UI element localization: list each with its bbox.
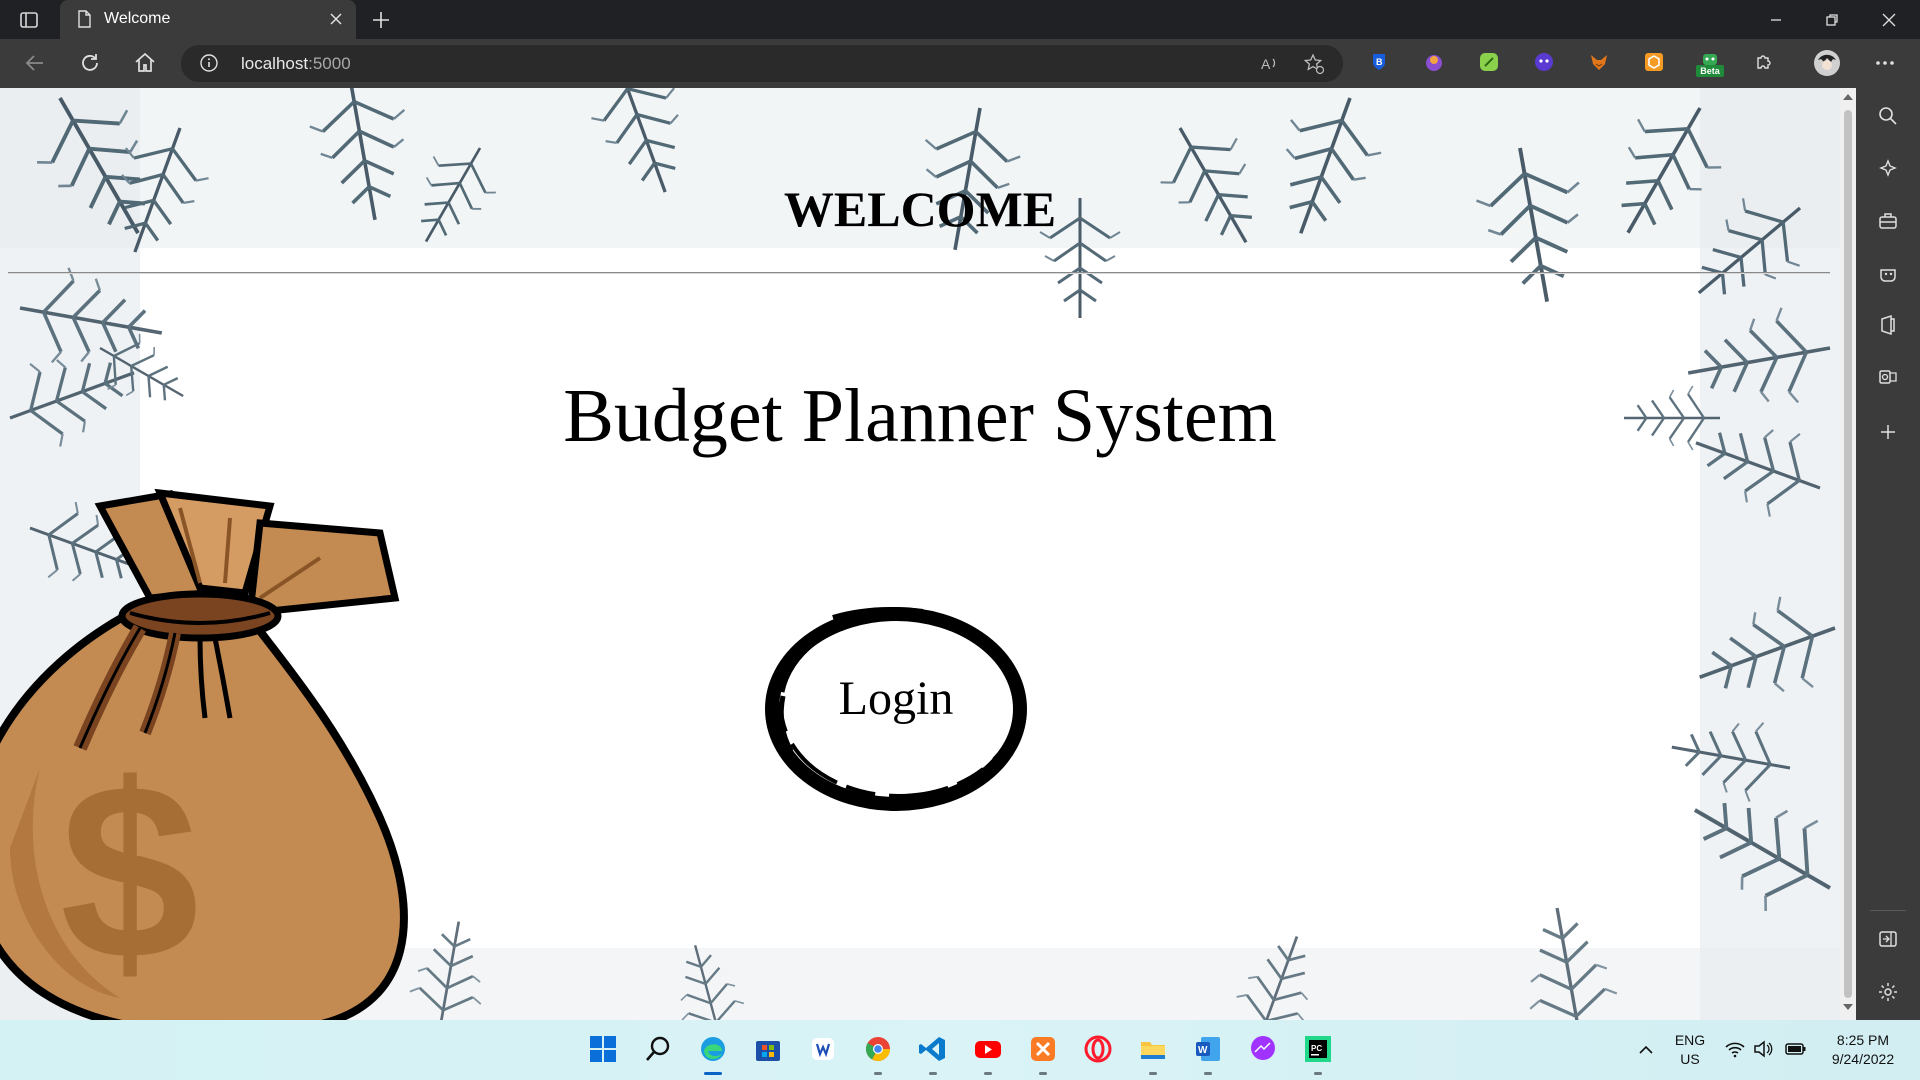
file-explorer-taskbar-icon[interactable]: [1138, 1034, 1168, 1064]
youtube-taskbar-icon[interactable]: [973, 1034, 1003, 1064]
extensions-puzzle-icon[interactable]: [1753, 51, 1775, 73]
more-options-icon[interactable]: [1872, 50, 1898, 76]
header-divider: [8, 272, 1830, 274]
hide-sidebar-icon[interactable]: [1877, 928, 1899, 950]
metamask-icon[interactable]: [1588, 51, 1610, 73]
edge-taskbar-icon[interactable]: [698, 1034, 728, 1064]
bitwarden-icon[interactable]: B: [1368, 51, 1390, 73]
extension-icon-purple[interactable]: [1423, 51, 1445, 73]
minimize-icon[interactable]: [1764, 8, 1788, 32]
svg-text:A: A: [1261, 56, 1271, 72]
sidebar-divider: [1870, 910, 1906, 911]
ghost-icon[interactable]: [1533, 51, 1555, 73]
store-taskbar-icon[interactable]: [753, 1034, 783, 1064]
address-bar[interactable]: localhost:5000 A: [181, 45, 1343, 82]
beta-badge: Beta: [1696, 65, 1724, 77]
edge-sidebar: [1856, 88, 1920, 1020]
svg-text:B: B: [1376, 57, 1383, 67]
money-bag-illustration: $: [0, 488, 408, 1020]
xampp-taskbar-icon[interactable]: [1028, 1034, 1058, 1064]
scrollbar-thumb[interactable]: [1844, 110, 1852, 998]
wallet-app-taskbar-icon[interactable]: [808, 1034, 838, 1064]
svg-text:W: W: [1198, 1045, 1208, 1056]
login-label: Login: [838, 672, 954, 725]
avatar-image: [1814, 50, 1840, 76]
honey-icon[interactable]: [1643, 51, 1665, 73]
tab-title: Welcome: [104, 10, 171, 27]
start-windows-icon[interactable]: [588, 1034, 618, 1064]
scroll-up-arrow-icon[interactable]: [1843, 94, 1853, 100]
explorer-running-indicator: [1149, 1072, 1157, 1075]
volume-icon[interactable]: [1752, 1038, 1774, 1060]
url-port: :5000: [308, 54, 351, 73]
windows-taskbar: W PC ENG US 8:25 PM 9/24/2022: [0, 1020, 1920, 1080]
profile-avatar[interactable]: [1814, 50, 1840, 76]
pycharm-running-indicator: [1314, 1072, 1322, 1075]
svg-text:$: $: [60, 732, 199, 1011]
url-host: localhost: [241, 54, 309, 73]
vscode-running-indicator: [929, 1072, 937, 1075]
page-viewport: WELCOME Budget Planner System Login $: [0, 88, 1840, 1020]
read-aloud-icon[interactable]: A: [1258, 53, 1280, 75]
word-taskbar-icon[interactable]: W: [1193, 1034, 1223, 1064]
edge-active-indicator: [704, 1072, 722, 1075]
refresh-icon[interactable]: [77, 50, 103, 76]
language-indicator[interactable]: ENG US: [1668, 1031, 1712, 1069]
xampp-running-indicator: [1039, 1072, 1047, 1075]
page-scrollbar[interactable]: [1840, 88, 1856, 1020]
home-icon[interactable]: [132, 50, 158, 76]
active-tab[interactable]: Welcome: [60, 0, 356, 39]
messenger-taskbar-icon[interactable]: [1248, 1034, 1278, 1064]
chrome-running-indicator: [874, 1072, 882, 1075]
language-code: ENG: [1674, 1032, 1706, 1048]
back-icon[interactable]: [22, 50, 48, 76]
close-window-icon[interactable]: [1877, 8, 1901, 32]
welcome-heading: WELCOME: [783, 181, 1057, 237]
vscode-taskbar-icon[interactable]: [918, 1034, 948, 1064]
chrome-taskbar-icon[interactable]: [863, 1034, 893, 1064]
svg-text:PC: PC: [1311, 1044, 1322, 1053]
settings-gear-icon[interactable]: [1877, 981, 1899, 1003]
clover-icon[interactable]: [1478, 51, 1500, 73]
page-icon: [78, 10, 91, 28]
opera-taskbar-icon[interactable]: [1083, 1034, 1113, 1064]
battery-charging-icon[interactable]: [1784, 1038, 1808, 1060]
url-text[interactable]: localhost:5000: [241, 54, 351, 74]
beta-extension-icon[interactable]: Beta: [1696, 51, 1724, 77]
clock-date: 9/24/2022: [1831, 1051, 1895, 1067]
youtube-running-indicator: [984, 1072, 992, 1075]
show-hidden-icons-chevron-icon[interactable]: [1634, 1038, 1658, 1062]
pycharm-taskbar-icon[interactable]: PC: [1303, 1034, 1333, 1064]
new-tab-icon[interactable]: [369, 8, 393, 32]
tab-actions-icon[interactable]: [18, 9, 40, 31]
search-taskbar-icon[interactable]: [643, 1034, 673, 1064]
tab-bar: Welcome: [0, 0, 1920, 39]
scroll-down-arrow-icon[interactable]: [1843, 1004, 1853, 1010]
tools-briefcase-icon[interactable]: [1877, 210, 1899, 232]
keyboard-region: US: [1680, 1051, 1700, 1067]
office-icon[interactable]: [1877, 314, 1899, 336]
site-info-icon[interactable]: [199, 53, 219, 73]
discover-sparkle-icon[interactable]: [1877, 158, 1899, 180]
games-icon[interactable]: [1877, 262, 1899, 284]
word-running-indicator: [1204, 1072, 1212, 1075]
clock[interactable]: 8:25 PM 9/24/2022: [1818, 1031, 1908, 1069]
login-button[interactable]: Login: [763, 606, 1029, 812]
close-tab-icon[interactable]: [326, 9, 346, 29]
add-sidebar-app-icon[interactable]: [1877, 421, 1899, 443]
search-icon[interactable]: [1877, 105, 1899, 127]
clock-time: 8:25 PM: [1836, 1032, 1890, 1048]
restore-icon[interactable]: [1820, 8, 1844, 32]
wifi-icon[interactable]: [1724, 1038, 1746, 1060]
outlook-icon[interactable]: [1877, 366, 1899, 388]
app-title: Budget Planner System: [563, 374, 1277, 458]
add-favorite-icon[interactable]: [1303, 53, 1325, 75]
